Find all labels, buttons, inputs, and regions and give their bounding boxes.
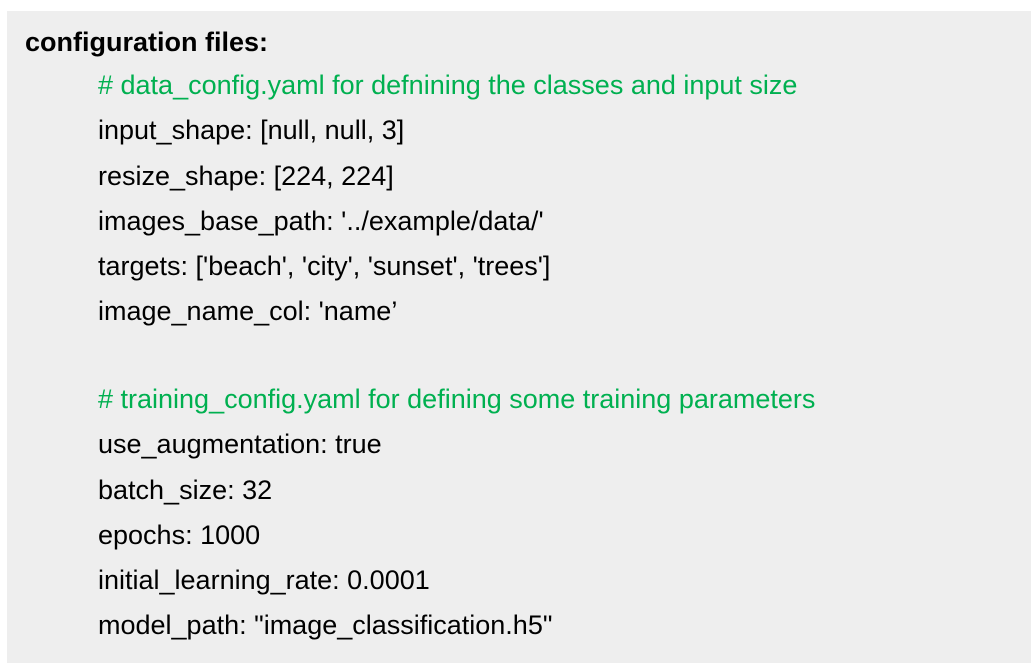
training-config-comment: # training_config.yaml for defining some…	[98, 384, 816, 414]
epochs-line: epochs: 1000	[98, 519, 261, 550]
data-config-block: # data_config.yaml for defnining the cla…	[98, 63, 797, 335]
model-path-line: model_path: "image_classification.h5"	[98, 610, 553, 641]
use-augmentation-line: use_augmentation: true	[98, 429, 382, 460]
initial-learning-rate-line: initial_learning_rate: 0.0001	[98, 565, 430, 596]
images-base-path-line: images_base_path: '../example/data/'	[98, 205, 544, 236]
input-shape-line: input_shape: [null, null, 3]	[98, 115, 405, 146]
section-heading: configuration files:	[25, 27, 268, 57]
resize-shape-line: resize_shape: [224, 224]	[98, 160, 394, 191]
training-config-block: # training_config.yaml for defining some…	[98, 377, 815, 649]
batch-size-line: batch_size: 32	[98, 474, 273, 505]
targets-line: targets: ['beach', 'city', 'sunset', 'tr…	[98, 251, 551, 282]
config-panel: configuration files: # data_config.yaml …	[7, 11, 1031, 663]
data-config-comment: # data_config.yaml for defnining the cla…	[98, 70, 798, 100]
image-name-col-line: image_name_col: 'name’	[98, 296, 398, 327]
